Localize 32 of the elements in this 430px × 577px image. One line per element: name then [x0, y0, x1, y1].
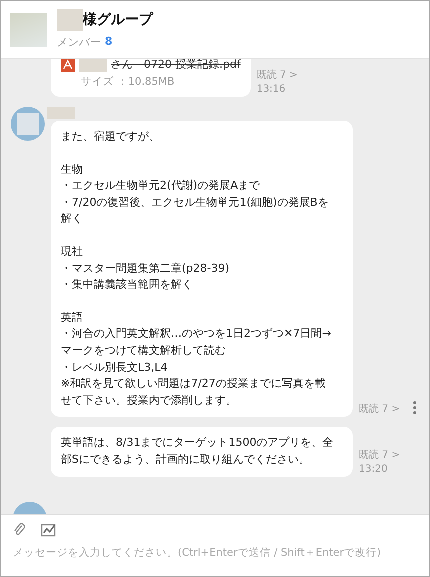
message-line: 英語 — [61, 310, 84, 326]
message-line: ・エクセル生物単元2(代謝)の発展Aまで — [61, 178, 262, 194]
attach-icon[interactable] — [13, 523, 27, 537]
redacted-block — [47, 107, 75, 119]
sender-avatar[interactable] — [11, 107, 45, 141]
file-name: さん 0720 授業記録.pdf — [111, 59, 241, 72]
read-receipt[interactable]: 既読 7 > — [359, 403, 400, 418]
members-count[interactable]: 8 — [105, 35, 113, 50]
message-line: 生物 — [61, 162, 84, 178]
message-line: 現社 — [61, 244, 84, 260]
message-line: ・レベル別長文L3,L4 — [61, 360, 169, 376]
group-title: 様グループ — [83, 11, 153, 29]
message-line: ※和訳を見て欲しい問題は7/27の授業までに写真を載せて下さい。授業内で添削します。 — [61, 376, 327, 409]
message-line: 英単語は、8/31までにターゲット1500のアプリを、全部Sにできるよう、計画的に取り組んでください。 — [61, 435, 335, 468]
group-avatar — [10, 12, 47, 46]
image-icon[interactable] — [41, 523, 57, 537]
more-menu-icon[interactable] — [413, 401, 417, 416]
message-line: ・集中講義該当範囲を解く — [61, 277, 194, 294]
message-line: ・河合の入門英文解釈…のやつを1日2つずつ✕7日間→マークをつけて構文解析して読む — [61, 326, 332, 359]
read-receipt[interactable]: 既読 7 > — [359, 448, 400, 462]
message-time: 13:20 — [359, 462, 389, 476]
message-line: ・7/20の復習後、エクセル生物単元1(細胞)の発展Bを解く — [61, 194, 330, 228]
read-receipt[interactable]: 既読 7 > — [256, 69, 298, 83]
pdf-icon — [61, 59, 75, 72]
members-label: メンバー — [57, 35, 101, 50]
redacted-block — [79, 59, 107, 72]
file-size: サイズ ：10.85MB — [80, 75, 176, 89]
file-bubble[interactable]: さん 0720 授業記録.pdf サイズ ：10.85MB — [51, 59, 251, 97]
message-time: 13:16 — [256, 83, 287, 97]
redacted-block — [57, 9, 83, 31]
message-line: また、宿題ですが、 — [61, 129, 161, 145]
message-line: ・マスター問題集第二章(p28-39) — [61, 260, 231, 277]
